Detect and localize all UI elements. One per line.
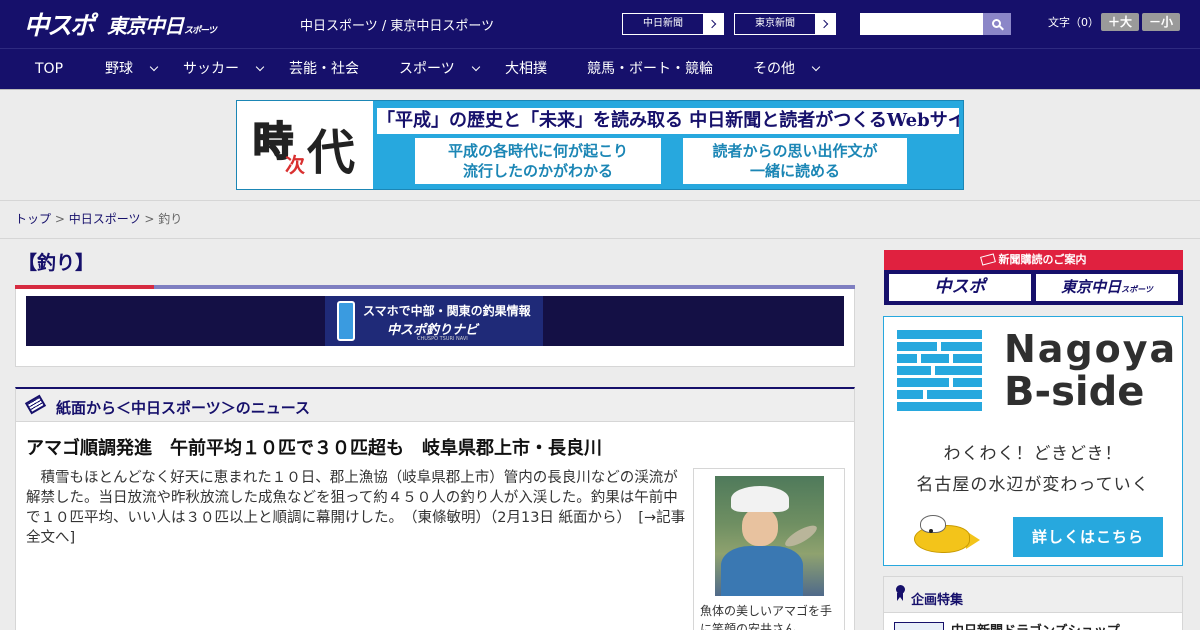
brick-wall-logo [897, 330, 982, 414]
breadcrumb-home[interactable]: トップ [15, 212, 51, 226]
nav-divider [0, 89, 1200, 90]
nav-item-sports[interactable]: スポーツ [399, 49, 480, 89]
news-section-header: 紙面から＜中日スポーツ＞のニュース [16, 389, 854, 422]
smartphone-icon [337, 301, 355, 341]
banner-logo: 時 次 代 [237, 101, 373, 189]
special-features-box: 企画特集 中日新聞ドラゴンズショップ [883, 576, 1183, 630]
photo-caption: 魚体の美しいアマゴを手に笑顔の安井さん [700, 604, 833, 630]
site-header: 中スポ 東京中日スポーツ 中日スポーツ / 東京中日スポーツ 中日新聞 東京新聞… [0, 0, 1200, 48]
breadcrumb-section[interactable]: 中日スポーツ [69, 212, 141, 226]
article-title[interactable]: アマゴ順調発進 午前平均１０匹で３０匹超も 岐阜県郡上市・長良川 [26, 434, 602, 460]
promo-card: スマホで中部・関東の釣果情報 中スポ釣りナビ CHUSPO TSURI NAVI [15, 289, 855, 367]
nav-item-other[interactable]: その他 [753, 49, 821, 89]
banner-box-history: 平成の各時代に何が起こり 流行したのかがわかる [415, 138, 661, 184]
nav-item-baseball[interactable]: 野球 [105, 49, 159, 89]
news-section: 紙面から＜中日スポーツ＞のニュース アマゴ順調発進 午前平均１０匹で３０匹超も … [15, 387, 855, 630]
subscription-header: 新聞購読のご案内 [884, 250, 1183, 270]
main-nav: TOP 野球 サッカー 芸能・社会 スポーツ 大相撲 競馬・ボート・競輪 その他 [0, 48, 1200, 89]
site-names[interactable]: 中日スポーツ / 東京中日スポーツ [300, 15, 494, 34]
search-icon [991, 18, 1001, 28]
chevron-down-icon [471, 62, 480, 72]
nav-item-sumo[interactable]: 大相撲 [505, 49, 547, 89]
nagoya-tagline-2: 名古屋の水辺が変わっていく [916, 475, 1150, 495]
site-logo[interactable]: 中スポ 東京中日スポーツ [24, 8, 217, 40]
font-size-label: 文字（0） [1048, 16, 1099, 29]
subscription-box: 新聞購読のご案内 中スポ 東京中日スポーツ [884, 250, 1183, 305]
font-smaller-button[interactable]: －小 [1142, 13, 1180, 31]
page-title: 【釣り】 [18, 252, 95, 274]
logo-tokyo-chunichi: 東京中日スポーツ [107, 13, 217, 38]
chevron-down-icon [149, 62, 159, 72]
breadcrumb: トップ > 中日スポーツ > 釣り [15, 212, 183, 226]
jidai-ad-banner[interactable]: 時 次 代 「平成」の歴史と「未来」を読み取る 中日新聞と読者がつくるWebサイ… [236, 100, 964, 190]
nagoya-details-button[interactable]: 詳しくはこちら [1013, 517, 1163, 557]
article-photo-box: 魚体の美しいアマゴを手に笑顔の安井さん [693, 468, 845, 630]
nav-item-entertainment[interactable]: 芸能・社会 [289, 49, 359, 89]
article-body: 積雪もほとんどなく好天に恵まれた１０日、郡上漁協（岐阜県郡上市）管内の長良川など… [26, 470, 686, 546]
search-input[interactable] [860, 13, 983, 35]
chevron-right-icon [703, 14, 723, 34]
nav-item-top[interactable]: TOP [35, 49, 63, 89]
nav-item-soccer[interactable]: サッカー [183, 49, 265, 89]
paper-link-label: 東京新聞 [755, 18, 795, 29]
newspaper-icon [24, 394, 47, 415]
dragons-shop-link[interactable]: 中日新聞ドラゴンズショップ [951, 620, 1120, 630]
nagoya-bside-ad[interactable]: Nagoya B-side わくわく！どきどき！ 名古屋の水辺が変わっていく 詳… [883, 316, 1183, 566]
dragons-shop-thumbnail[interactable] [894, 622, 944, 630]
subscribe-chuspo-button[interactable]: 中スポ [888, 273, 1032, 302]
special-features-title: 企画特集 [911, 593, 964, 608]
search-button[interactable] [983, 13, 1011, 35]
breadcrumb-current: 釣り [158, 212, 183, 226]
logo-chuspo: 中スポ [24, 11, 95, 40]
special-features-header: 企画特集 [884, 577, 1182, 613]
tsuri-navi-banner[interactable]: スマホで中部・関東の釣果情報 中スポ釣りナビ CHUSPO TSURI NAVI [26, 296, 844, 346]
chevron-down-icon [811, 62, 821, 72]
article-photo[interactable] [715, 476, 824, 596]
fish-mascot-icon [914, 515, 980, 555]
chevron-right-icon [815, 14, 835, 34]
tokyo-shimbun-link[interactable]: 東京新聞 [734, 13, 836, 35]
tsuri-navi-promo: スマホで中部・関東の釣果情報 中スポ釣りナビ CHUSPO TSURI NAVI [325, 296, 543, 346]
nagoya-title: Nagoya [1004, 327, 1178, 371]
bside-title: B-side [1004, 369, 1145, 415]
ribbon-icon [896, 585, 905, 603]
chunichi-shimbun-link[interactable]: 中日新聞 [622, 13, 724, 35]
banner-headline: 「平成」の歴史と「未来」を読み取る 中日新聞と読者がつくるWebサイト [377, 108, 959, 134]
ticket-icon [979, 253, 996, 266]
font-larger-button[interactable]: ＋大 [1101, 13, 1139, 31]
news-section-title: 紙面から＜中日スポーツ＞のニュース [56, 399, 310, 417]
chevron-down-icon [255, 62, 265, 72]
nav-item-racing[interactable]: 競馬・ボート・競輪 [587, 49, 713, 89]
banner-box-memories: 読者からの思い出作文が 一緒に読める [683, 138, 907, 184]
paper-link-label: 中日新聞 [643, 18, 683, 29]
nagoya-tagline-1: わくわく！どきどき！ [943, 444, 1123, 464]
subscribe-tokyo-chunichi-button[interactable]: 東京中日スポーツ [1035, 273, 1179, 302]
